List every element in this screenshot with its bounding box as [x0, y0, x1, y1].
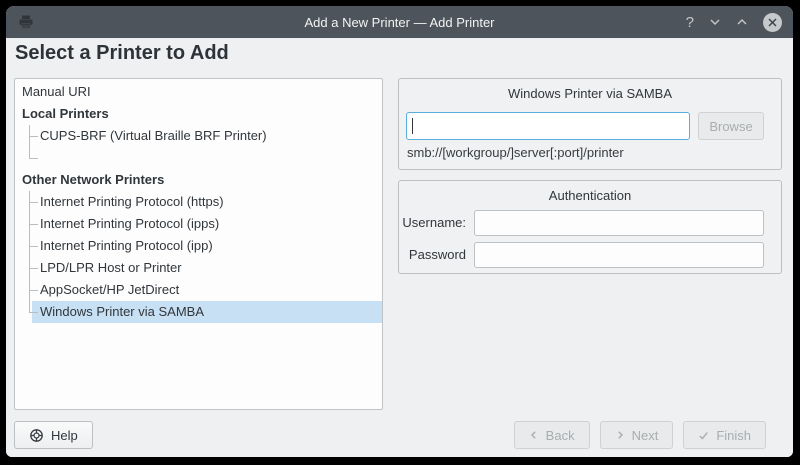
- device-list-item[interactable]: Internet Printing Protocol (ipps): [15, 213, 382, 235]
- device-list-item[interactable]: Internet Printing Protocol (https): [15, 191, 382, 213]
- auth-group-title: Authentication: [399, 181, 781, 203]
- next-button[interactable]: Next: [600, 421, 674, 449]
- next-button-label: Next: [632, 428, 659, 443]
- smb-uri-field-wrap: [406, 112, 690, 140]
- window-title: Add a New Printer — Add Printer: [304, 15, 494, 30]
- password-field[interactable]: [474, 242, 764, 268]
- authentication-group: Authentication Username: Password: [398, 180, 782, 274]
- device-list-item[interactable]: AppSocket/HP JetDirect: [15, 279, 382, 301]
- device-list-item[interactable]: Other Network Printers: [15, 169, 382, 191]
- chevron-right-icon: [615, 430, 625, 440]
- printer-app-icon: [18, 14, 34, 30]
- wizard-nav-buttons: Back Next Finish: [514, 421, 766, 449]
- text-cursor: [412, 118, 413, 134]
- close-icon[interactable]: [763, 13, 782, 32]
- device-list-item[interactable]: CUPS-BRF (Virtual Braille BRF Printer): [15, 125, 382, 147]
- check-icon: [698, 430, 709, 441]
- password-label: Password: [399, 242, 466, 268]
- device-list: Manual URILocal PrintersCUPS-BRF (Virtua…: [14, 78, 383, 410]
- chevron-up-icon[interactable]: [736, 18, 748, 26]
- finish-button[interactable]: Finish: [683, 421, 766, 449]
- dialog-content: Select a Printer to Add Manual URILocal …: [6, 38, 793, 457]
- browse-button[interactable]: Browse: [698, 112, 764, 140]
- add-printer-dialog: Add a New Printer — Add Printer ? Select…: [6, 6, 793, 457]
- username-label: Username:: [399, 210, 466, 236]
- device-list-item[interactable]: Windows Printer via SAMBA: [15, 301, 382, 323]
- device-list-item[interactable]: Local Printers: [15, 103, 382, 125]
- samba-uri-group: Windows Printer via SAMBA Browse smb://[…: [398, 78, 782, 170]
- device-list-item[interactable]: Internet Printing Protocol (ipp): [15, 235, 382, 257]
- back-button-label: Back: [546, 428, 575, 443]
- help-button[interactable]: Help: [14, 421, 93, 449]
- page-title: Select a Printer to Add: [15, 42, 229, 65]
- titlebar: Add a New Printer — Add Printer ?: [6, 6, 793, 38]
- username-field[interactable]: [474, 210, 764, 236]
- chevron-left-icon: [529, 430, 539, 440]
- help-button-label: Help: [51, 428, 78, 443]
- samba-group-title: Windows Printer via SAMBA: [399, 79, 781, 101]
- finish-button-label: Finish: [716, 428, 751, 443]
- smb-uri-hint: smb://[workgroup/]server[:port]/printer: [407, 145, 624, 160]
- back-button[interactable]: Back: [514, 421, 590, 449]
- device-list-item[interactable]: LPD/LPR Host or Printer: [15, 257, 382, 279]
- smb-uri-input[interactable]: [406, 112, 690, 140]
- help-icon: [29, 428, 44, 443]
- window-controls: ?: [686, 6, 782, 38]
- window-help-icon[interactable]: ?: [686, 15, 694, 30]
- chevron-down-icon[interactable]: [709, 18, 721, 26]
- device-list-item: [15, 147, 382, 169]
- device-list-item[interactable]: Manual URI: [15, 81, 382, 103]
